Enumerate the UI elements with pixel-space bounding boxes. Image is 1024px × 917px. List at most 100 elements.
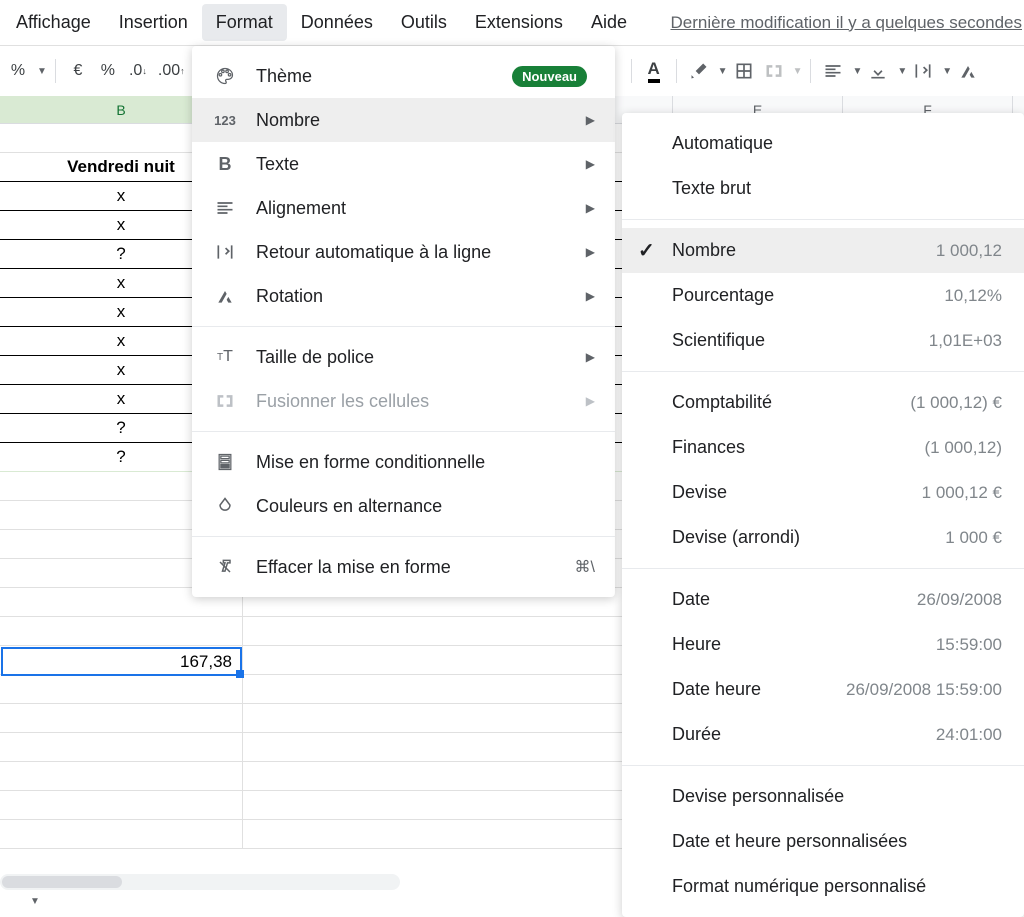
selected-cell[interactable]: 167,38 [1, 647, 242, 676]
num-heure[interactable]: Heure15:59:00 [622, 622, 1024, 667]
number-format-submenu: Automatique Texte brut ✓Nombre1 000,12 P… [622, 113, 1024, 917]
menu-retour-ligne[interactable]: Retour automatique à la ligne ▶ [192, 230, 615, 274]
toolbar-wrap[interactable] [909, 56, 937, 86]
bold-icon: B [212, 151, 238, 177]
menu-rotation[interactable]: Rotation ▶ [192, 274, 615, 318]
num-automatique[interactable]: Automatique [622, 121, 1024, 166]
cell[interactable] [0, 617, 243, 645]
submenu-arrow-icon: ▶ [586, 245, 595, 259]
caret-icon: ▼ [942, 66, 952, 77]
menu-format[interactable]: Format [202, 4, 287, 41]
align-left-icon [823, 61, 843, 81]
merge-icon [764, 61, 784, 81]
num-format-perso[interactable]: Format numérique personnalisé [622, 864, 1024, 909]
align-icon [212, 195, 238, 221]
fill-color-icon [689, 61, 709, 81]
menu-mise-forme-cond[interactable]: Mise en forme conditionnelle [192, 440, 615, 484]
menu-separator [192, 326, 615, 327]
menu-item-label: Alignement [256, 198, 586, 219]
menu-texte[interactable]: B Texte ▶ [192, 142, 615, 186]
menu-donnees[interactable]: Données [287, 4, 387, 41]
num-texte-brut[interactable]: Texte brut [622, 166, 1024, 211]
menu-item-label: Taille de police [256, 347, 586, 368]
num-scientifique[interactable]: Scientifique1,01E+03 [622, 318, 1024, 363]
toolbar-euro[interactable]: € [64, 56, 92, 86]
clear-format-icon [212, 554, 238, 580]
num-pourcentage[interactable]: Pourcentage10,12% [622, 273, 1024, 318]
toolbar-percent[interactable]: % [4, 56, 32, 86]
toolbar-rotation[interactable] [954, 56, 982, 86]
toolbar-borders[interactable] [730, 56, 758, 86]
selected-cell-value: 167,38 [180, 652, 232, 672]
num-duree[interactable]: Durée24:01:00 [622, 712, 1024, 757]
num-date[interactable]: Date26/09/2008 [622, 577, 1024, 622]
menu-separator [192, 536, 615, 537]
caret-icon: ▼ [793, 66, 803, 77]
menu-item-label: Thème [256, 66, 512, 87]
menu-couleurs-alternance[interactable]: Couleurs en alternance [192, 484, 615, 528]
rotation-icon [212, 283, 238, 309]
cell[interactable] [0, 733, 243, 761]
valign-bottom-icon [868, 61, 888, 81]
num-devise[interactable]: Devise1 000,12 € [622, 470, 1024, 515]
num-nombre[interactable]: ✓Nombre1 000,12 [622, 228, 1024, 273]
text-wrap-icon [913, 61, 933, 81]
menu-item-label: Effacer la mise en forme [256, 557, 575, 578]
num-finances[interactable]: Finances(1 000,12) [622, 425, 1024, 470]
menu-theme[interactable]: Thème Nouveau [192, 54, 615, 98]
toolbar-increase-decimal[interactable]: .00↑ [154, 56, 189, 86]
menu-item-label: Rotation [256, 286, 586, 307]
menu-item-label: Texte [256, 154, 586, 175]
palette-icon [212, 63, 238, 89]
sheet-tab-dropdown[interactable]: ▼ [10, 896, 60, 907]
new-badge: Nouveau [512, 66, 587, 87]
check-icon: ✓ [638, 238, 655, 263]
menu-item-label: Fusionner les cellules [256, 391, 586, 412]
caret-icon: ▼ [37, 66, 47, 77]
num-date-heure[interactable]: Date heure26/09/2008 15:59:00 [622, 667, 1024, 712]
menu-effacer-forme[interactable]: Effacer la mise en forme ⌘\ [192, 545, 615, 589]
altcolors-icon [212, 493, 238, 519]
menu-outils[interactable]: Outils [387, 4, 461, 41]
menu-affichage[interactable]: Affichage [2, 4, 105, 41]
toolbar-text-color[interactable]: A [640, 56, 668, 86]
toolbar-valign[interactable] [864, 56, 892, 86]
wrap-icon [212, 239, 238, 265]
borders-icon [734, 61, 754, 81]
toolbar-fill-color[interactable] [685, 56, 713, 86]
fill-handle[interactable] [236, 670, 244, 678]
menu-item-label: Mise en forme conditionnelle [256, 452, 595, 473]
toolbar-percent2[interactable]: % [94, 56, 122, 86]
cell[interactable] [0, 675, 243, 703]
last-edit-link[interactable]: Dernière modification il y a quelques se… [670, 13, 1022, 33]
menu-shortcut: ⌘\ [575, 557, 595, 577]
toolbar-halign[interactable] [819, 56, 847, 86]
menu-separator [622, 219, 1024, 220]
menu-item-label: Retour automatique à la ligne [256, 242, 586, 263]
toolbar-merge[interactable] [760, 56, 788, 86]
menu-aide[interactable]: Aide [577, 4, 641, 41]
menu-insertion[interactable]: Insertion [105, 4, 202, 41]
number-icon: 123 [212, 107, 238, 133]
cell[interactable] [0, 704, 243, 732]
format-dropdown-menu: Thème Nouveau 123 Nombre ▶ B Texte ▶ Ali… [192, 46, 615, 597]
menu-taille-police[interactable]: TT Taille de police ▶ [192, 335, 615, 379]
num-devise-perso[interactable]: Devise personnalisée [622, 774, 1024, 819]
cell[interactable] [0, 791, 243, 819]
condformat-icon [212, 449, 238, 475]
toolbar-decrease-decimal[interactable]: .0↓ [124, 56, 152, 86]
num-devise-arrondi[interactable]: Devise (arrondi)1 000 € [622, 515, 1024, 560]
menu-separator [622, 371, 1024, 372]
cell[interactable] [0, 820, 243, 848]
menu-extensions[interactable]: Extensions [461, 4, 577, 41]
caret-icon: ▼ [718, 66, 728, 77]
cell[interactable] [0, 762, 243, 790]
menu-alignement[interactable]: Alignement ▶ [192, 186, 615, 230]
num-comptabilite[interactable]: Comptabilité(1 000,12) € [622, 380, 1024, 425]
num-date-heure-perso[interactable]: Date et heure personnalisées [622, 819, 1024, 864]
menu-nombre[interactable]: 123 Nombre ▶ [192, 98, 615, 142]
fontsize-icon: TT [212, 344, 238, 370]
caret-icon: ▼ [897, 66, 907, 77]
menu-item-label: Couleurs en alternance [256, 496, 595, 517]
submenu-arrow-icon: ▶ [586, 289, 595, 303]
